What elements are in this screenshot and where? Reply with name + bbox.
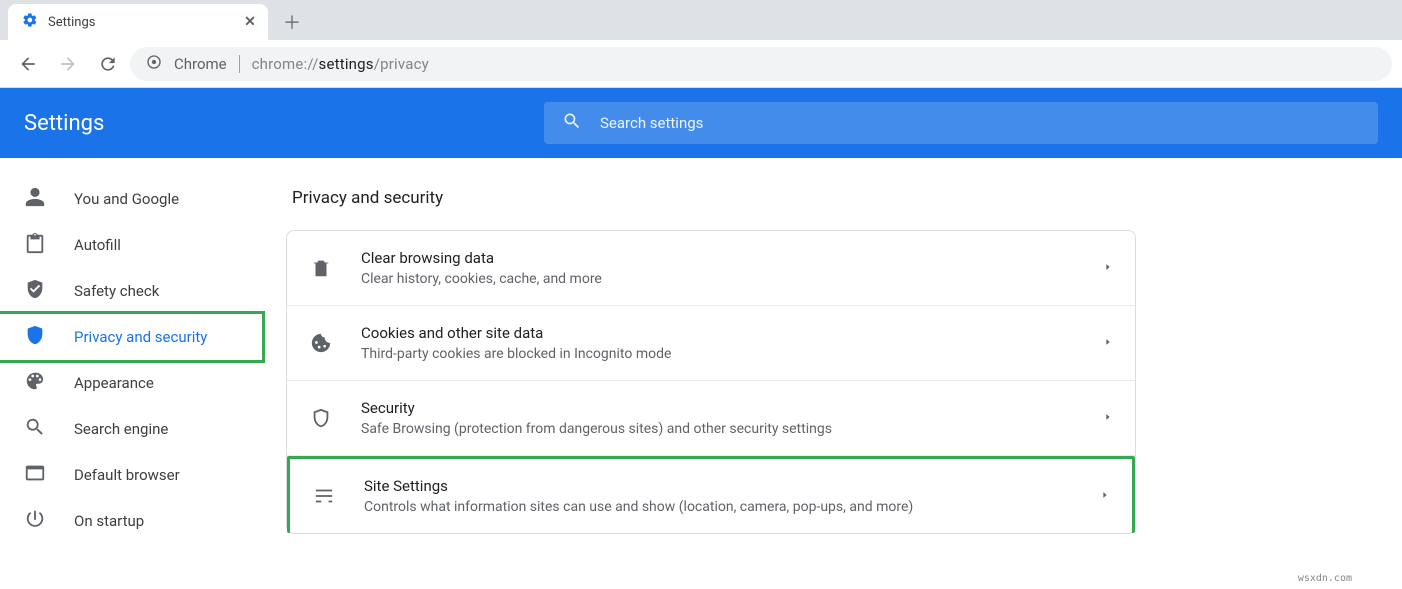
page-title: Settings xyxy=(24,111,524,136)
sidebar-item-label: On startup xyxy=(74,512,144,530)
sidebar-item-privacy-and-security[interactable]: Privacy and security xyxy=(0,314,262,360)
forward-button[interactable] xyxy=(50,46,86,82)
sidebar-item-safety-check[interactable]: Safety check xyxy=(0,268,262,314)
sidebar: You and Google Autofill Safety check Pri… xyxy=(0,158,280,589)
address-bar[interactable]: Chrome chrome://settings/privacy xyxy=(130,47,1392,81)
search-input[interactable] xyxy=(600,114,1360,132)
shield-check-icon xyxy=(24,278,46,304)
chevron-right-icon xyxy=(1103,261,1113,275)
gear-icon xyxy=(22,12,38,32)
browser-toolbar: Chrome chrome://settings/privacy xyxy=(0,40,1402,88)
row-subtitle: Third-party cookies are blocked in Incog… xyxy=(361,346,1075,362)
watermark-text: wsxdn.com xyxy=(1298,573,1352,584)
sidebar-item-label: Safety check xyxy=(74,282,159,300)
row-subtitle: Clear history, cookies, cache, and more xyxy=(361,271,1075,287)
row-cookies[interactable]: Cookies and other site data Third-party … xyxy=(287,306,1135,381)
cookie-icon xyxy=(309,332,333,354)
chrome-icon xyxy=(146,54,162,74)
row-title: Clear browsing data xyxy=(361,249,1075,267)
shield-icon xyxy=(24,324,46,350)
row-site-settings[interactable]: Site Settings Controls what information … xyxy=(287,456,1135,533)
separator xyxy=(239,55,240,73)
row-title: Cookies and other site data xyxy=(361,324,1075,342)
sidebar-item-default-browser[interactable]: Default browser xyxy=(0,452,262,498)
sidebar-item-autofill[interactable]: Autofill xyxy=(0,222,262,268)
url-scheme-label: Chrome xyxy=(174,55,227,73)
settings-header: Settings xyxy=(0,88,1402,158)
sliders-icon xyxy=(312,485,336,507)
browser-tab-settings[interactable]: Settings ✕ xyxy=(8,4,268,40)
search-settings-box[interactable] xyxy=(544,102,1378,144)
sidebar-item-search-engine[interactable]: Search engine xyxy=(0,406,262,452)
sidebar-item-label: Search engine xyxy=(74,420,168,438)
new-tab-button[interactable]: ＋ xyxy=(278,8,306,36)
row-title: Security xyxy=(361,399,1075,417)
reload-button[interactable] xyxy=(90,46,126,82)
person-icon xyxy=(24,186,46,212)
power-icon xyxy=(24,508,46,534)
shield-outline-icon xyxy=(309,407,333,429)
search-icon xyxy=(562,111,582,135)
section-title: Privacy and security xyxy=(286,188,1136,208)
row-subtitle: Controls what information sites can use … xyxy=(364,499,1072,515)
row-subtitle: Safe Browsing (protection from dangerous… xyxy=(361,421,1075,437)
close-icon[interactable]: ✕ xyxy=(242,14,258,30)
palette-icon xyxy=(24,370,46,396)
url-part-dark: settings xyxy=(319,55,374,73)
sidebar-item-you-and-google[interactable]: You and Google xyxy=(0,176,262,222)
privacy-card: Clear browsing data Clear history, cooki… xyxy=(286,230,1136,534)
sidebar-item-label: Default browser xyxy=(74,466,180,484)
settings-body: You and Google Autofill Safety check Pri… xyxy=(0,158,1402,589)
sidebar-item-label: Appearance xyxy=(74,374,154,392)
chevron-right-icon xyxy=(1103,411,1113,425)
trash-icon xyxy=(309,257,333,279)
sidebar-item-label: Autofill xyxy=(74,236,121,254)
clipboard-icon xyxy=(24,232,46,258)
url-part-dim2: /privacy xyxy=(374,55,429,73)
row-security[interactable]: Security Safe Browsing (protection from … xyxy=(287,381,1135,456)
sidebar-item-on-startup[interactable]: On startup xyxy=(0,498,262,544)
chevron-right-icon xyxy=(1100,489,1110,503)
main-content: Privacy and security Clear browsing data… xyxy=(280,158,1402,589)
search-icon xyxy=(24,416,46,442)
url-text: chrome://settings/privacy xyxy=(252,55,429,73)
sidebar-item-label: Privacy and security xyxy=(74,328,207,346)
url-part-dim: chrome:// xyxy=(252,55,319,73)
browser-tabstrip: Settings ✕ ＋ xyxy=(0,0,1402,40)
row-clear-browsing-data[interactable]: Clear browsing data Clear history, cooki… xyxy=(287,231,1135,306)
chevron-right-icon xyxy=(1103,336,1113,350)
sidebar-item-label: You and Google xyxy=(74,190,179,208)
browser-window-icon xyxy=(24,462,46,488)
sidebar-item-appearance[interactable]: Appearance xyxy=(0,360,262,406)
tab-title: Settings xyxy=(48,15,95,30)
row-title: Site Settings xyxy=(364,477,1072,495)
back-button[interactable] xyxy=(10,46,46,82)
